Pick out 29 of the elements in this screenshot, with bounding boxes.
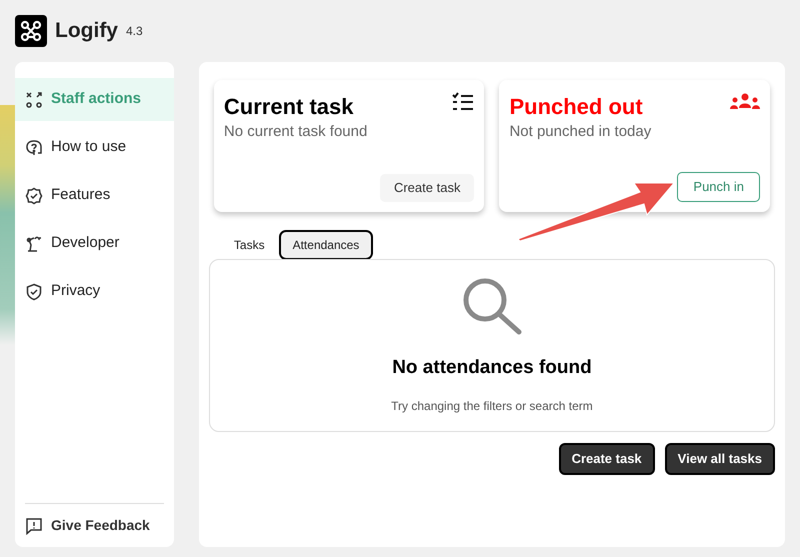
tab[interactable]: Attendances	[278, 230, 374, 260]
sidebar-item[interactable]: Developer	[15, 222, 174, 265]
group-icon	[730, 92, 760, 110]
feedback-button[interactable]: Give Feedback	[25, 514, 150, 537]
robot-arm-icon	[25, 234, 43, 252]
logo-icon	[15, 15, 47, 47]
checklist-icon	[452, 92, 474, 112]
shield-check-icon	[25, 282, 43, 300]
action-button[interactable]: View all tasks	[664, 443, 775, 475]
badge-check-icon	[25, 186, 43, 204]
sidebar-item[interactable]: Privacy	[15, 270, 174, 313]
search-icon	[460, 276, 523, 336]
create-task-button[interactable]: Create task	[380, 174, 474, 202]
version-label: 4.3	[126, 23, 143, 40]
question-head-icon	[25, 138, 43, 156]
action-button[interactable]: Create task	[558, 443, 655, 475]
card-title: Current task	[224, 93, 354, 121]
punch-in-button[interactable]: Punch in	[677, 172, 760, 202]
sidebar-item[interactable]: Features	[15, 174, 174, 217]
sidebar-item[interactable]: How to use	[15, 126, 174, 169]
tab[interactable]: Tasks	[224, 230, 275, 260]
feedback-icon	[25, 516, 43, 534]
empty-state-message: Try changing the filters or search term	[391, 398, 593, 414]
card-subtitle: No current task found	[224, 122, 368, 142]
card-subtitle: Not punched in today	[509, 122, 652, 142]
app-name: Logify	[55, 18, 118, 44]
actions-icon	[25, 90, 43, 108]
empty-state-title: No attendances found	[392, 356, 592, 380]
card-title: Punched out	[509, 93, 644, 121]
